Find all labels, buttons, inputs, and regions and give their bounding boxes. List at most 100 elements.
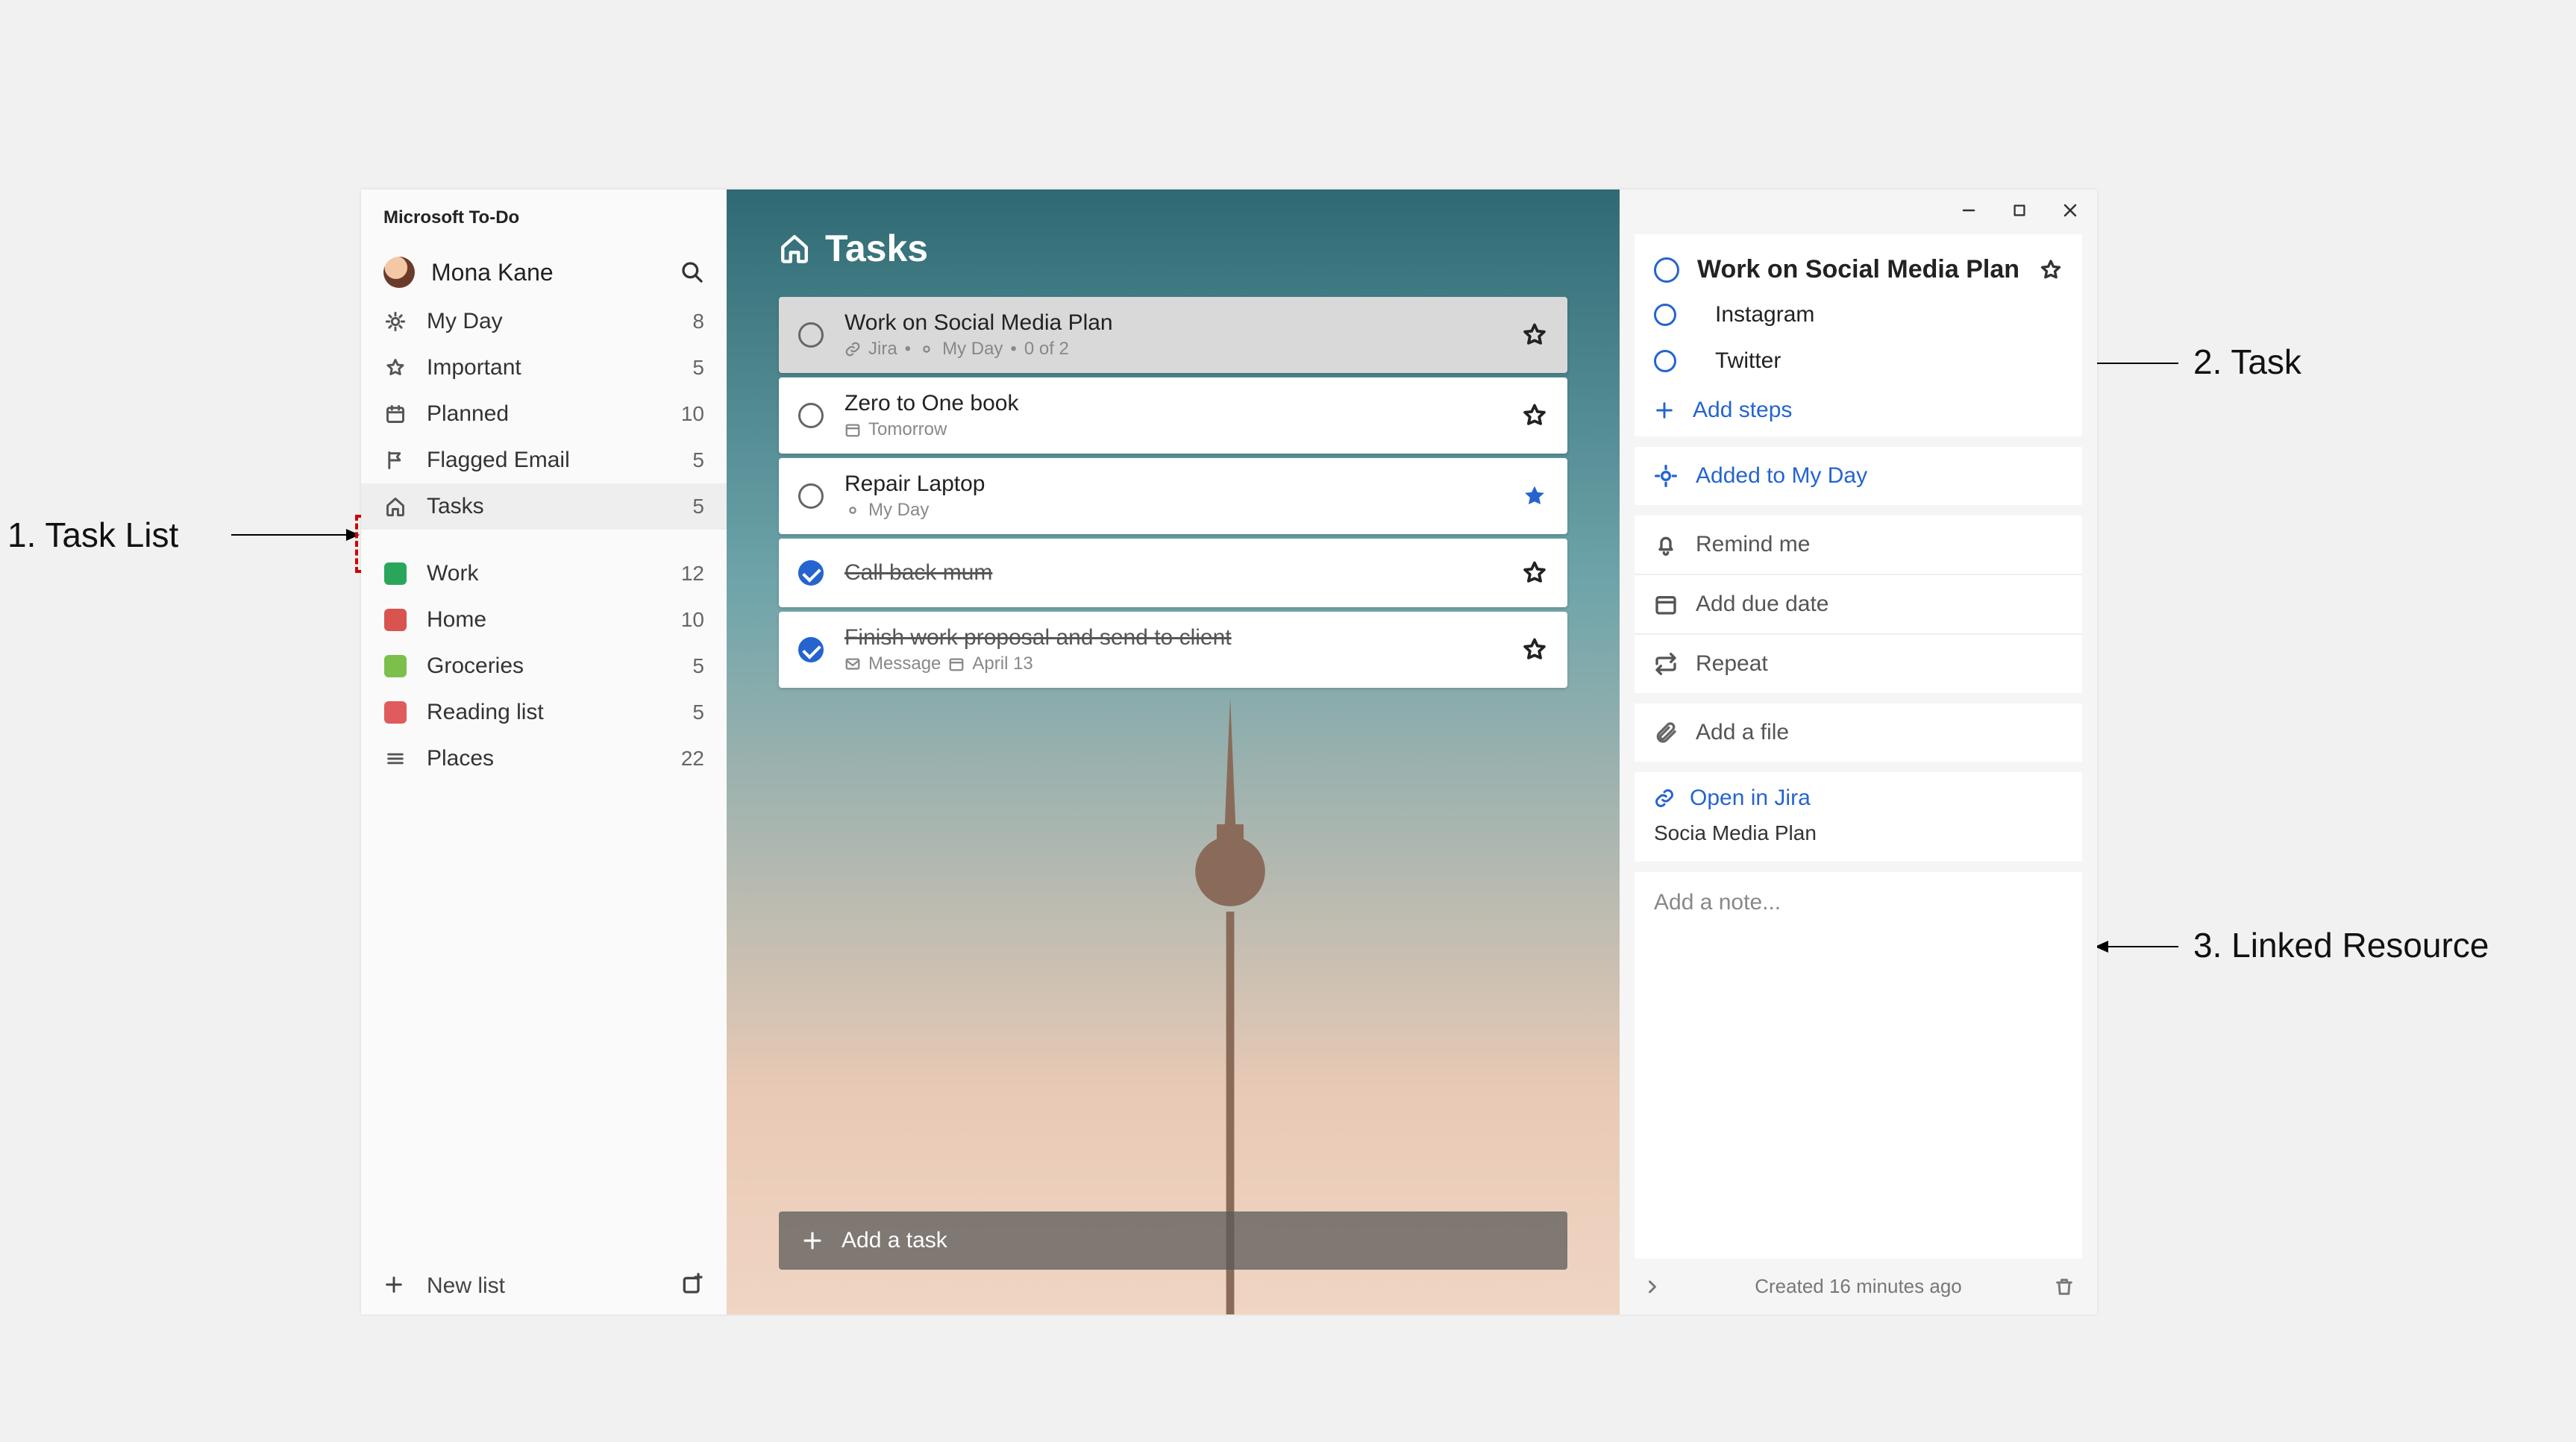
sidebar-item-label: Planned (427, 401, 674, 427)
task-row[interactable]: Repair Laptop My Day (779, 458, 1567, 534)
star-icon[interactable] (1521, 483, 1548, 510)
task-title: Repair Laptop (844, 471, 1521, 497)
page-title: Tasks (825, 227, 928, 270)
sidebar-item-label: Flagged Email (427, 448, 674, 473)
sidebar-item-label: Important (427, 355, 674, 380)
task-row[interactable]: Call back mum (779, 539, 1567, 607)
star-icon[interactable] (2039, 258, 2063, 282)
user-name: Mona Kane (431, 259, 680, 286)
sidebar-item-count: 22 (674, 747, 704, 771)
flag-icon (383, 448, 407, 472)
sidebar-item-tasks[interactable]: Tasks 5 (361, 483, 727, 530)
task-meta: Jira • My Day • 0 of 2 (844, 339, 1521, 360)
star-icon (383, 356, 407, 380)
sidebar-item-count: 5 (674, 495, 704, 518)
task-title: Work on Social Media Plan (844, 310, 1521, 336)
new-group-icon[interactable] (680, 1271, 704, 1301)
complete-checkbox[interactable] (1654, 257, 1679, 283)
task-detail-title[interactable]: Work on Social Media Plan (1697, 255, 2021, 284)
remind-row[interactable]: Remind me (1635, 515, 2082, 574)
calendar-icon (948, 656, 965, 672)
task-step[interactable]: Instagram (1635, 292, 2082, 338)
sidebar-item-important[interactable]: Important 5 (361, 345, 727, 391)
complete-checkbox[interactable] (798, 322, 824, 348)
hide-panel-icon[interactable] (1642, 1276, 1663, 1297)
close-button[interactable] (2060, 200, 2081, 221)
task-detail-header: Work on Social Media Plan (1635, 234, 2082, 292)
task-meta: Message April 13 (844, 653, 1521, 674)
sidebar-item-reading[interactable]: Reading list 5 (361, 689, 727, 736)
user-row[interactable]: Mona Kane (361, 246, 727, 298)
home-icon (779, 233, 810, 264)
main-panel: Tasks Work on Social Media Plan Jira • M… (727, 189, 1620, 1314)
star-icon[interactable] (1521, 559, 1548, 586)
complete-checkbox[interactable] (798, 560, 824, 586)
linked-resource[interactable]: Open in Jira Socia Media Plan (1635, 772, 2082, 862)
linked-sub-label: Socia Media Plan (1654, 821, 2063, 845)
task-title: Finish work proposal and send to client (844, 625, 1521, 651)
trash-icon[interactable] (2054, 1276, 2075, 1297)
note-input[interactable]: Add a note... (1635, 872, 2082, 1258)
sidebar-item-work[interactable]: Work 12 (361, 551, 727, 597)
link-icon (1654, 788, 1675, 809)
star-icon[interactable] (1521, 636, 1548, 663)
myday-row[interactable]: Added to My Day (1635, 447, 2082, 505)
task-meta: My Day (844, 500, 1521, 521)
complete-checkbox[interactable] (798, 637, 824, 662)
due-row[interactable]: Add due date (1635, 574, 2082, 633)
repeat-icon (1654, 652, 1678, 676)
task-row[interactable]: Work on Social Media Plan Jira • My Day … (779, 297, 1567, 373)
star-icon[interactable] (1521, 322, 1548, 348)
sun-icon (844, 502, 861, 518)
search-icon[interactable] (680, 260, 704, 284)
sidebar-item-home[interactable]: Home 10 (361, 597, 727, 643)
sidebar-item-planned[interactable]: Planned 10 (361, 391, 727, 437)
sidebar-item-label: Places (427, 746, 674, 771)
sidebar-item-count: 10 (674, 608, 704, 632)
sidebar-item-label: Reading list (427, 700, 674, 725)
task-title: Zero to One book (844, 391, 1521, 416)
sidebar-item-flagged[interactable]: Flagged Email 5 (361, 437, 727, 483)
paperclip-icon (1654, 721, 1678, 744)
add-task-input[interactable]: Add a task (779, 1211, 1567, 1270)
task-row[interactable]: Zero to One book Tomorrow (779, 377, 1567, 454)
file-row[interactable]: Add a file (1635, 703, 2082, 762)
annotation-3-arrow (2096, 946, 2178, 947)
sidebar-item-places[interactable]: Places 22 (361, 736, 727, 782)
link-icon (844, 341, 861, 357)
list-color-icon (383, 608, 407, 632)
lines-icon (383, 747, 407, 771)
task-row[interactable]: Finish work proposal and send to client … (779, 612, 1567, 688)
minimize-button[interactable] (1958, 200, 1979, 221)
step-checkbox[interactable] (1654, 350, 1676, 372)
bell-icon (1654, 533, 1678, 557)
task-meta: Tomorrow (844, 419, 1521, 440)
sidebar-item-myday[interactable]: My Day 8 (361, 298, 727, 345)
list-color-icon (383, 654, 407, 678)
sidebar-item-count: 8 (674, 310, 704, 333)
step-checkbox[interactable] (1654, 304, 1676, 326)
sidebar-item-count: 12 (674, 562, 704, 586)
sidebar-item-groceries[interactable]: Groceries 5 (361, 643, 727, 689)
schedule-group: Remind me Add due date Repeat (1635, 515, 2082, 693)
linked-open-label: Open in Jira (1690, 786, 1811, 811)
mail-icon (844, 656, 861, 672)
annotation-3-label: 3. Linked Resource (2193, 925, 2489, 965)
sun-icon (918, 341, 935, 357)
new-list-label: New list (427, 1273, 505, 1299)
plus-icon (1654, 400, 1675, 421)
sidebar-item-label: My Day (427, 309, 674, 334)
new-list-button[interactable]: New list (361, 1258, 727, 1314)
complete-checkbox[interactable] (798, 403, 824, 428)
main-title-row: Tasks (727, 189, 1620, 297)
myday-label: Added to My Day (1696, 463, 1867, 489)
calendar-icon (1654, 592, 1678, 616)
sidebar-item-label: Tasks (427, 494, 674, 519)
task-step[interactable]: Twitter (1635, 338, 2082, 384)
star-icon[interactable] (1521, 402, 1548, 429)
add-step-button[interactable]: Add steps (1635, 384, 2082, 436)
maximize-button[interactable] (2009, 200, 2030, 221)
complete-checkbox[interactable] (798, 483, 824, 509)
repeat-row[interactable]: Repeat (1635, 633, 2082, 693)
plus-icon (383, 1274, 407, 1298)
